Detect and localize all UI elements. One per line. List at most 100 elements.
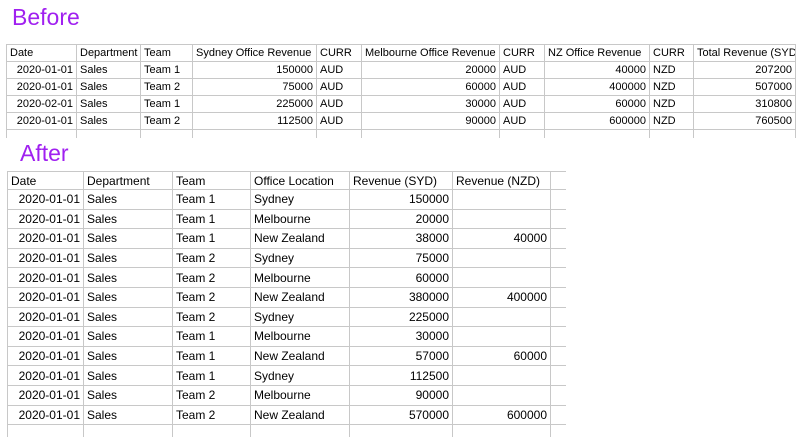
cell[interactable]: Team 2	[173, 287, 251, 307]
cell[interactable]: NZD	[650, 62, 694, 79]
cell[interactable]: NZD	[650, 79, 694, 96]
column-header[interactable]: CURR	[650, 45, 694, 62]
cell[interactable]	[500, 130, 545, 139]
cell[interactable]: 40000	[545, 62, 650, 79]
column-header[interactable]: Department	[77, 45, 141, 62]
cell[interactable]: 112500	[193, 113, 317, 130]
cell[interactable]: 2020-01-01	[8, 385, 84, 405]
cell[interactable]: New Zealand	[251, 405, 350, 425]
column-header[interactable]: Sydney Office Revenue	[193, 45, 317, 62]
cell[interactable]	[551, 287, 566, 307]
cell[interactable]: 40000	[453, 229, 551, 249]
cell[interactable]: NZD	[650, 96, 694, 113]
cell[interactable]: Sales	[84, 307, 173, 327]
column-header[interactable]: Melbourne Office Revenue	[362, 45, 500, 62]
column-header[interactable]: Total Revenue (SYD)	[694, 45, 796, 62]
cell[interactable]: Team 2	[173, 405, 251, 425]
cell[interactable]: AUD	[317, 96, 362, 113]
cell[interactable]: 207200	[694, 62, 796, 79]
cell[interactable]: 30000	[350, 327, 453, 347]
cell[interactable]: Team 2	[173, 307, 251, 327]
column-header[interactable]: Date	[7, 45, 77, 62]
cell[interactable]: 2020-01-01	[8, 346, 84, 366]
cell[interactable]: 38000	[350, 229, 453, 249]
cell[interactable]: AUD	[500, 62, 545, 79]
cell[interactable]: 225000	[193, 96, 317, 113]
cell[interactable]: Sales	[84, 287, 173, 307]
cell[interactable]	[551, 248, 566, 268]
cell[interactable]: Melbourne	[251, 327, 350, 347]
cell[interactable]: 2020-01-01	[7, 79, 77, 96]
cell[interactable]: 60000	[350, 268, 453, 288]
cell[interactable]: AUD	[317, 113, 362, 130]
cell[interactable]	[453, 307, 551, 327]
cell[interactable]: 150000	[193, 62, 317, 79]
cell[interactable]	[551, 425, 566, 437]
cell[interactable]: Team 1	[173, 229, 251, 249]
cell[interactable]: Sales	[84, 346, 173, 366]
cell[interactable]: New Zealand	[251, 229, 350, 249]
cell[interactable]	[84, 425, 173, 437]
cell[interactable]: Melbourne	[251, 268, 350, 288]
cell[interactable]: Team 2	[141, 113, 193, 130]
cell[interactable]: 2020-01-01	[8, 327, 84, 347]
cell[interactable]: Sydney	[251, 248, 350, 268]
cell[interactable]: 380000	[350, 287, 453, 307]
cell[interactable]: 2020-01-01	[8, 190, 84, 210]
cell[interactable]	[551, 385, 566, 405]
cell[interactable]	[8, 425, 84, 437]
cell[interactable]: 400000	[545, 79, 650, 96]
cell[interactable]: AUD	[317, 62, 362, 79]
cell[interactable]	[551, 366, 566, 386]
cell[interactable]: 20000	[362, 62, 500, 79]
cell[interactable]: 225000	[350, 307, 453, 327]
cell[interactable]	[251, 425, 350, 437]
cell[interactable]	[317, 130, 362, 139]
cell[interactable]: 60000	[545, 96, 650, 113]
cell[interactable]: Team 1	[141, 62, 193, 79]
cell[interactable]: Melbourne	[251, 385, 350, 405]
cell[interactable]: AUD	[500, 96, 545, 113]
cell[interactable]: 2020-01-01	[8, 229, 84, 249]
column-header[interactable]: Revenue (SYD)	[350, 172, 453, 190]
column-header[interactable]: NZ Office Revenue	[545, 45, 650, 62]
cell[interactable]	[453, 366, 551, 386]
cell[interactable]: Sales	[84, 385, 173, 405]
cell[interactable]	[453, 425, 551, 437]
cell[interactable]: Sydney	[251, 307, 350, 327]
cell[interactable]	[453, 327, 551, 347]
cell[interactable]: 2020-01-01	[7, 113, 77, 130]
cell[interactable]: Team 1	[173, 209, 251, 229]
column-header[interactable]: Revenue (NZD)	[453, 172, 551, 190]
cell[interactable]: Team 1	[173, 346, 251, 366]
cell[interactable]: Sales	[77, 96, 141, 113]
cell[interactable]: 2020-01-01	[8, 307, 84, 327]
cell[interactable]: 60000	[362, 79, 500, 96]
cell[interactable]: Melbourne	[251, 209, 350, 229]
cell[interactable]	[453, 209, 551, 229]
cell[interactable]: Sales	[77, 62, 141, 79]
cell[interactable]: AUD	[500, 79, 545, 96]
cell[interactable]	[551, 268, 566, 288]
cell[interactable]: 2020-01-01	[8, 268, 84, 288]
cell[interactable]	[453, 190, 551, 210]
cell[interactable]: 760500	[694, 113, 796, 130]
cell[interactable]: Sales	[84, 327, 173, 347]
cell[interactable]	[551, 229, 566, 249]
cell[interactable]: 57000	[350, 346, 453, 366]
cell[interactable]	[551, 327, 566, 347]
cell[interactable]	[551, 346, 566, 366]
cell[interactable]: Team 1	[173, 190, 251, 210]
cell[interactable]: 150000	[350, 190, 453, 210]
cell[interactable]: 75000	[350, 248, 453, 268]
cell[interactable]: 600000	[453, 405, 551, 425]
cell[interactable]: New Zealand	[251, 287, 350, 307]
cell[interactable]: Sydney	[251, 366, 350, 386]
cell[interactable]: 2020-01-01	[8, 209, 84, 229]
cell[interactable]: 75000	[193, 79, 317, 96]
cell[interactable]: 2020-01-01	[8, 366, 84, 386]
cell[interactable]: New Zealand	[251, 346, 350, 366]
cell[interactable]	[350, 425, 453, 437]
cell[interactable]: Sales	[84, 190, 173, 210]
cell[interactable]	[77, 130, 141, 139]
